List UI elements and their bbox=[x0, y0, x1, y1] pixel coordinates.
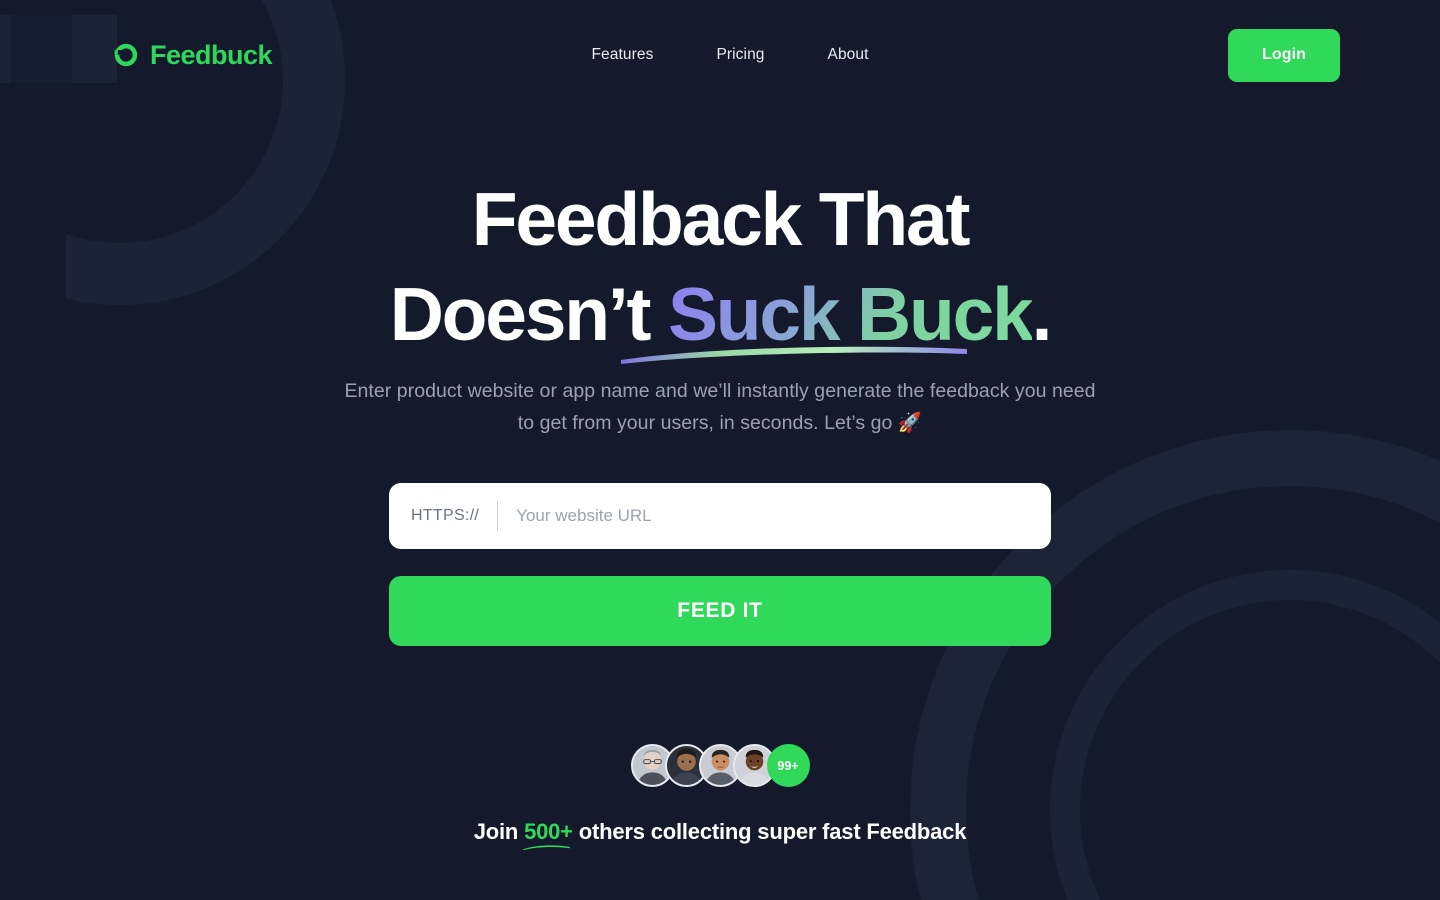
protocol-label: HTTPS:// bbox=[411, 507, 480, 525]
brand-name: Feedbuck bbox=[150, 39, 273, 70]
url-field-wrapper[interactable]: HTTPS:// bbox=[389, 483, 1051, 550]
headline-period: . bbox=[1031, 272, 1053, 356]
social-proof-section: 99+ Join 500+ others collecting super fa… bbox=[0, 744, 1440, 851]
underline-swoosh-icon bbox=[621, 346, 967, 364]
count-underline-icon bbox=[522, 845, 571, 851]
hero-section: Feedback That Doesn’t Suck Buck. Enter p… bbox=[0, 182, 1440, 647]
avatar-overflow-count: 99+ bbox=[766, 744, 810, 788]
main-navigation: Features Pricing About bbox=[591, 46, 868, 64]
page-title: Feedback That Doesn’t Suck Buck. bbox=[0, 182, 1440, 364]
login-button[interactable]: Login bbox=[1227, 28, 1340, 82]
landing-page: Feedbuck Features Pricing About Login Fe… bbox=[0, 0, 1440, 900]
url-submit-form: HTTPS:// FEED IT bbox=[389, 483, 1051, 647]
site-header: Feedbuck Features Pricing About Login bbox=[0, 0, 1440, 110]
join-suffix: others collecting super fast Feedback bbox=[572, 819, 967, 845]
join-count-value: 500+ bbox=[522, 819, 573, 851]
avatar-group: 99+ bbox=[0, 744, 1440, 788]
subtitle-line-1: Enter product website or app name and we… bbox=[344, 380, 1010, 402]
website-url-input[interactable] bbox=[498, 506, 1029, 527]
join-count-number: 500+ bbox=[524, 819, 573, 845]
headline-line-1: Feedback That bbox=[471, 177, 971, 261]
join-prefix: Join bbox=[473, 819, 525, 845]
nav-item-features[interactable]: Features bbox=[591, 46, 653, 64]
hero-subtitle: Enter product website or app name and we… bbox=[340, 375, 1100, 439]
nav-item-pricing[interactable]: Pricing bbox=[716, 46, 764, 64]
feedbuck-logo-icon bbox=[112, 41, 140, 69]
brand-logo[interactable]: Feedbuck bbox=[112, 39, 273, 71]
nav-item-about[interactable]: About bbox=[828, 46, 869, 64]
headline-line-2: Doesn’t Suck Buck. bbox=[0, 277, 1440, 364]
join-count-text: Join 500+ others collecting super fast F… bbox=[0, 819, 1440, 851]
feed-it-button[interactable]: FEED IT bbox=[389, 576, 1051, 647]
